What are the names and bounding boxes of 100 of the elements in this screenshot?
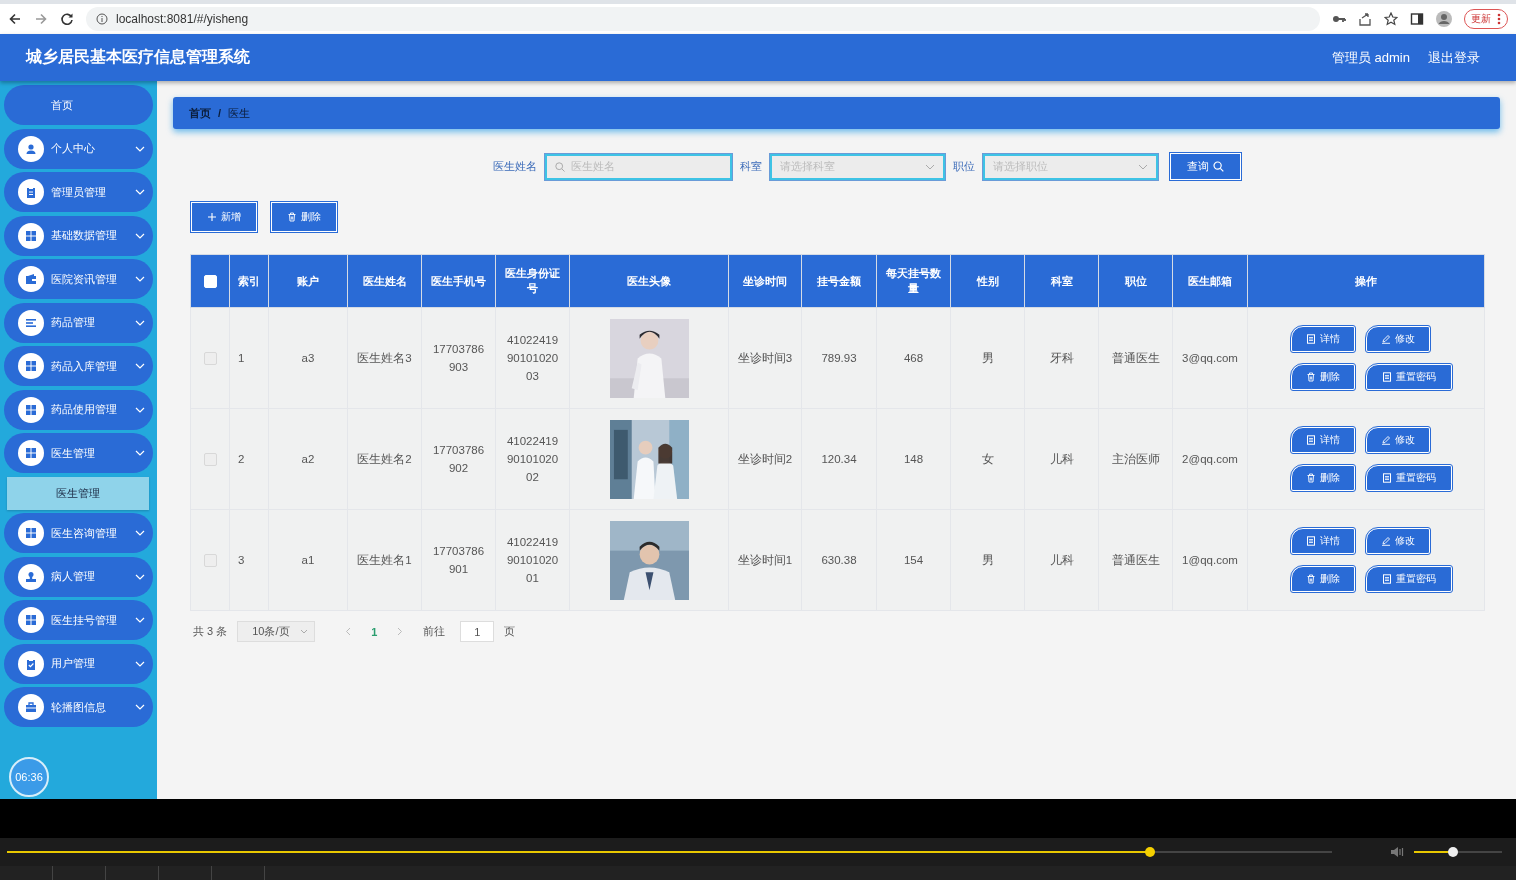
table-cell-text: 17703786903 <box>431 342 486 375</box>
chevron-icon <box>135 406 145 413</box>
delete-button[interactable]: 删除 <box>1291 364 1355 390</box>
person-icon <box>18 135 44 162</box>
grid-icon <box>18 396 44 423</box>
submenu-item[interactable]: 医生管理 <box>7 476 149 510</box>
document-icon <box>1306 435 1316 445</box>
chevron-icon <box>135 363 145 369</box>
table-cell-text: 3@qq.com <box>1182 351 1238 366</box>
profile-icon[interactable] <box>1436 11 1452 27</box>
table-cell-text: 医生姓名1 <box>357 553 412 568</box>
reset-password-button[interactable]: 重置密码 <box>1366 364 1452 390</box>
row-checkbox[interactable] <box>203 553 217 567</box>
table-cell-text: 医生姓名3 <box>357 351 412 366</box>
page-number[interactable]: 1 <box>371 625 378 638</box>
menu-item[interactable]: 药品管理 <box>4 302 153 343</box>
menu-item[interactable]: 医生咨询管理 <box>4 513 153 553</box>
update-button[interactable]: 更新 <box>1464 9 1508 29</box>
search-icon <box>554 161 565 172</box>
address-bar[interactable]: localhost:8081/#/yisheng <box>86 7 1320 31</box>
table-cell-text: 630.38 <box>821 553 857 568</box>
back-icon[interactable] <box>8 12 22 26</box>
menu-item[interactable]: 基础数据管理 <box>4 215 153 256</box>
forward-icon[interactable] <box>34 12 48 26</box>
column-header: 坐诊时间 <box>743 274 787 287</box>
total-count: 共 3 条 <box>193 624 228 639</box>
star-icon[interactable] <box>1384 12 1398 26</box>
stamp-icon <box>18 563 44 590</box>
menu-item[interactable]: 首页 <box>4 85 153 125</box>
menu-item[interactable]: 管理员管理 <box>4 172 153 212</box>
chevron-icon <box>135 189 145 195</box>
table-cell-text: 坐诊时间2 <box>737 452 793 467</box>
column-header: 科室 <box>1050 274 1073 287</box>
side-panel-icon[interactable] <box>1410 12 1424 26</box>
clipboard-icon <box>18 179 44 205</box>
delete-button[interactable]: 删除 <box>1291 465 1355 491</box>
menu-item[interactable]: 药品入库管理 <box>4 346 153 386</box>
table-cell-text: 1@qq.com <box>1182 553 1238 568</box>
menu-item[interactable]: 病人管理 <box>4 556 153 597</box>
goto-suffix: 页 <box>504 624 516 639</box>
document-icon <box>1382 574 1392 584</box>
grid-icon <box>18 440 44 466</box>
add-button[interactable]: 新增 <box>191 202 257 232</box>
table-cell-text: 410224199010102002 <box>505 434 560 485</box>
menu-item[interactable]: 用户管理 <box>4 643 153 684</box>
delete-button[interactable]: 删除 <box>271 202 337 232</box>
menu-item[interactable]: 医生管理 <box>4 433 153 473</box>
list-icon <box>18 309 44 336</box>
delete-button[interactable]: 删除 <box>1291 566 1355 592</box>
logout-link[interactable]: 退出登录 <box>1428 48 1480 67</box>
share-icon[interactable] <box>1358 12 1372 26</box>
column-header: 医生手机号 <box>431 274 486 287</box>
menu-item[interactable]: 医院资讯管理 <box>4 259 153 299</box>
table-cell-text: 普通医生 <box>1111 553 1160 568</box>
page-size-select[interactable]: 10条/页 <box>237 621 316 642</box>
column-header: 每天挂号数量 <box>886 267 941 294</box>
dropdown-icon <box>924 163 935 170</box>
menu-item[interactable]: 个人中心 <box>4 128 153 169</box>
chevron-icon <box>135 232 145 239</box>
document-icon <box>1382 372 1392 382</box>
table-cell-text: 儿科 <box>1049 553 1074 568</box>
user-label: 管理员 admin <box>1331 48 1410 67</box>
timer-badge: 06:36 <box>9 757 49 797</box>
slider-thumb[interactable] <box>1145 847 1156 857</box>
reset-password-button[interactable]: 重置密码 <box>1366 566 1452 592</box>
slider-thumb[interactable] <box>1447 847 1458 857</box>
table-cell-text: 3 <box>238 553 245 568</box>
row-checkbox[interactable] <box>203 452 217 466</box>
menu-item[interactable]: 药品使用管理 <box>4 389 153 430</box>
trash-icon <box>287 212 297 222</box>
grid-icon <box>18 222 44 249</box>
select-all-checkbox[interactable] <box>203 274 217 288</box>
edit-button[interactable]: 修改 <box>1366 427 1430 453</box>
row-checkbox[interactable] <box>203 351 217 365</box>
chevron-icon <box>135 573 145 580</box>
page-input[interactable]: 1 <box>460 621 495 642</box>
reset-password-button[interactable]: 重置密码 <box>1366 465 1452 491</box>
volume-icon[interactable] <box>1390 845 1406 859</box>
table-cell-text: 儿科 <box>1049 452 1074 467</box>
detail-button[interactable]: 详情 <box>1291 326 1355 352</box>
table-cell-text: 坐诊时间1 <box>737 553 793 568</box>
column-header: 医生身份证号 <box>505 267 560 294</box>
grid-icon <box>18 607 44 633</box>
table-cell-text: 789.93 <box>821 351 857 366</box>
reload-icon[interactable] <box>60 12 74 26</box>
table-cell-text: 410224199010102003 <box>505 333 560 384</box>
breadcrumb-separator: / <box>218 107 222 119</box>
edit-button[interactable]: 修改 <box>1366 326 1430 352</box>
column-header: 挂号金额 <box>817 274 861 287</box>
detail-button[interactable]: 详情 <box>1291 427 1355 453</box>
edit-button[interactable]: 修改 <box>1366 528 1430 554</box>
menu-item[interactable]: 医生挂号管理 <box>4 600 153 640</box>
pencil-icon <box>1381 435 1391 445</box>
detail-button[interactable]: 详情 <box>1291 528 1355 554</box>
menu-item[interactable]: 轮播图信息 <box>4 687 153 727</box>
search-button[interactable]: 查询 <box>1169 153 1241 180</box>
plus-icon <box>207 212 217 222</box>
dropdown-icon <box>1137 163 1148 170</box>
column-header: 性别 <box>976 274 999 287</box>
breadcrumb-item[interactable]: 首页 <box>189 105 211 121</box>
